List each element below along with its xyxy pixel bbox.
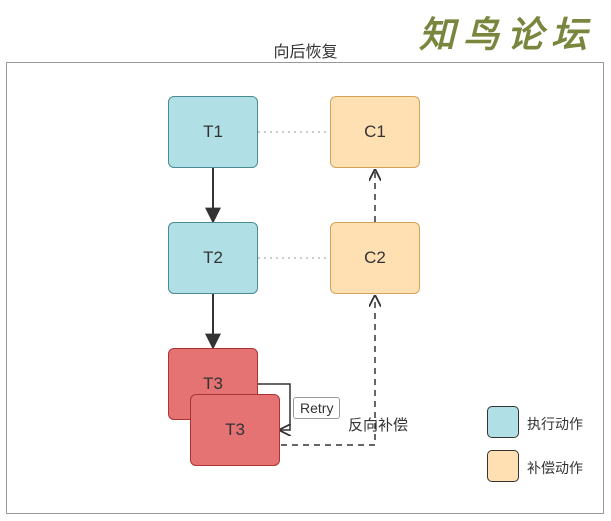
diagram-frame xyxy=(6,62,604,514)
legend-swatch-exec xyxy=(487,406,519,438)
node-c2: C2 xyxy=(330,222,420,294)
node-t2: T2 xyxy=(168,222,258,294)
label-retry: Retry xyxy=(293,397,340,419)
node-t3-retry: T3 xyxy=(190,394,280,466)
legend-text-exec: 执行动作 xyxy=(527,414,583,434)
diagram-title: 向后恢复 xyxy=(0,38,611,62)
label-reverse-compensate: 反向补偿 xyxy=(348,414,408,435)
node-c1: C1 xyxy=(330,96,420,168)
legend-text-comp: 补偿动作 xyxy=(527,458,583,478)
legend-swatch-comp xyxy=(487,450,519,482)
node-t1: T1 xyxy=(168,96,258,168)
